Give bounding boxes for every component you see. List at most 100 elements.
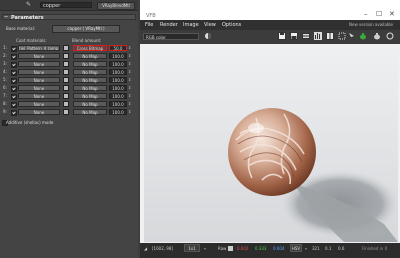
row-index: 7: <box>3 93 7 98</box>
coat-row: 3: None No Map 100.0 ⇕ <box>3 61 135 68</box>
row-index: 3: <box>3 61 7 66</box>
coat-enable-checkbox[interactable] <box>11 94 17 100</box>
blend-amount-field[interactable]: 100.0 <box>109 77 127 83</box>
coat-color-swatch[interactable] <box>63 101 69 107</box>
blend-amount-field[interactable]: 100.0 <box>109 93 127 99</box>
coat-material-button[interactable]: None <box>18 69 60 75</box>
coat-enable-checkbox[interactable] <box>11 110 17 116</box>
coat-material-button[interactable]: None <box>18 85 60 91</box>
status-bar <box>140 243 400 258</box>
coat-enable-checkbox[interactable] <box>11 46 17 52</box>
row-index: 4: <box>3 69 7 74</box>
compare-icon[interactable] <box>326 32 334 40</box>
value-value: 0.6 <box>338 246 345 251</box>
menu-image[interactable]: Image <box>183 22 199 28</box>
menu-file[interactable]: File <box>145 22 153 28</box>
blend-amount-field[interactable]: 100.0 <box>109 109 127 115</box>
coat-color-swatch[interactable] <box>63 109 69 115</box>
blend-amount-field[interactable]: 100.0 <box>109 69 127 75</box>
amount-spinner-icon[interactable]: ⇕ <box>128 45 131 51</box>
coat-material-button[interactable]: None <box>18 77 60 83</box>
coat-enable-checkbox[interactable] <box>11 70 17 76</box>
color-circle-icon[interactable] <box>204 32 212 40</box>
color-channel-dropdown[interactable]: RGB color <box>143 33 199 40</box>
coat-row: 6: None No Map 100.0 ⇕ <box>3 85 135 92</box>
pin-icon[interactable]: ◢ <box>144 246 147 251</box>
render-status: Finished in 0 <box>362 246 388 251</box>
blend-map-button[interactable]: No Map <box>73 109 107 115</box>
coat-material-button[interactable]: None <box>18 93 60 99</box>
blend-map-button[interactable]: Cross Bitmap <box>73 45 107 51</box>
coat-row: 5: None No Map 100.0 ⇕ <box>3 77 135 84</box>
close-icon[interactable]: ✕ <box>389 10 395 18</box>
blend-map-button[interactable]: No Map <box>73 69 107 75</box>
coat-color-swatch[interactable] <box>63 53 69 59</box>
material-name-field[interactable]: copper <box>40 2 92 9</box>
zoom-dropdown-icon[interactable]: ▾ <box>204 246 206 251</box>
coat-enable-checkbox[interactable] <box>11 102 17 108</box>
region-icon[interactable] <box>338 32 346 40</box>
maximize-icon[interactable]: ☐ <box>376 10 382 18</box>
coat-color-swatch[interactable] <box>63 77 69 83</box>
clear-icon[interactable] <box>386 32 394 40</box>
coat-color-swatch[interactable] <box>63 69 69 75</box>
stop-render-icon[interactable] <box>372 32 380 40</box>
channel-bars-icon[interactable] <box>314 32 322 40</box>
blend-map-button[interactable]: No Map <box>73 77 107 83</box>
row-index: 2: <box>3 53 7 58</box>
amount-spinner-icon[interactable]: ⇕ <box>128 77 131 83</box>
coat-enable-checkbox[interactable] <box>11 62 17 68</box>
menu-render[interactable]: Render <box>160 22 178 28</box>
save-all-icon[interactable] <box>290 32 298 40</box>
blend-amount-field[interactable]: 100.0 <box>109 85 127 91</box>
blend-amount-field[interactable]: 100.0 <box>109 53 127 59</box>
eyedropper-icon[interactable]: ✎ <box>26 2 31 8</box>
collapse-minus-icon[interactable]: − <box>4 14 8 20</box>
coat-material-button[interactable]: None <box>18 53 60 59</box>
coat-material-button[interactable]: None <box>18 61 60 67</box>
parameters-rollout[interactable]: Parameters <box>2 14 136 21</box>
row-index: 5: <box>3 77 7 82</box>
coat-color-swatch[interactable] <box>63 61 69 67</box>
teapot-render-icon[interactable] <box>358 32 366 40</box>
zoom-select[interactable]: 1x1 <box>184 244 200 252</box>
amount-spinner-icon[interactable]: ⇕ <box>128 61 131 67</box>
amount-spinner-icon[interactable]: ⇕ <box>128 85 131 91</box>
material-type-button[interactable]: VRayBlendMtl <box>97 2 135 10</box>
coat-color-swatch[interactable] <box>63 45 69 51</box>
blend-map-button[interactable]: No Map <box>73 93 107 99</box>
base-material-button[interactable]: copper ( VRayMtl ) <box>52 25 120 33</box>
blend-map-button[interactable]: No Map <box>73 53 107 59</box>
amount-spinner-icon[interactable]: ⇕ <box>128 53 131 59</box>
color-swatch <box>228 246 233 251</box>
coat-row: 2: None No Map 100.0 ⇕ <box>3 53 135 60</box>
amount-spinner-icon[interactable]: ⇕ <box>128 69 131 75</box>
save-icon[interactable] <box>278 32 286 40</box>
blend-map-button[interactable]: No Map <box>73 101 107 107</box>
coat-color-swatch[interactable] <box>63 85 69 91</box>
amount-spinner-icon[interactable]: ⇕ <box>128 93 131 99</box>
coat-enable-checkbox[interactable] <box>11 78 17 84</box>
minimize-icon[interactable]: – <box>364 10 368 18</box>
coat-material-button[interactable]: tiel_Pattern_4_Jamp_3 <box>18 45 60 51</box>
coat-color-swatch[interactable] <box>63 93 69 99</box>
amount-spinner-icon[interactable]: ⇕ <box>128 109 131 115</box>
track-mouse-icon[interactable] <box>348 32 356 40</box>
hsv-select[interactable]: HSV <box>290 244 302 252</box>
amount-spinner-icon[interactable]: ⇕ <box>128 101 131 107</box>
coat-enable-checkbox[interactable] <box>11 54 17 60</box>
coat-enable-checkbox[interactable] <box>11 86 17 92</box>
coat-material-button[interactable]: None <box>18 101 60 107</box>
coat-material-button[interactable]: None <box>18 109 60 115</box>
new-version-notice[interactable]: New version available <box>349 22 393 27</box>
blend-amount-field[interactable]: 100.0 <box>109 61 127 67</box>
blend-map-button[interactable]: No Map <box>73 61 107 67</box>
menu-options[interactable]: Options <box>222 22 241 28</box>
coat-row: 8: None No Map 100.0 ⇕ <box>3 101 135 108</box>
hsv-dropdown-icon[interactable]: ▾ <box>305 246 307 251</box>
history-icon[interactable] <box>302 32 310 40</box>
blend-amount-field[interactable]: 50.0 <box>109 45 127 51</box>
menu-view[interactable]: View <box>204 22 216 28</box>
blend-map-button[interactable]: No Map <box>73 85 107 91</box>
blend-amount-field[interactable]: 100.0 <box>109 101 127 107</box>
